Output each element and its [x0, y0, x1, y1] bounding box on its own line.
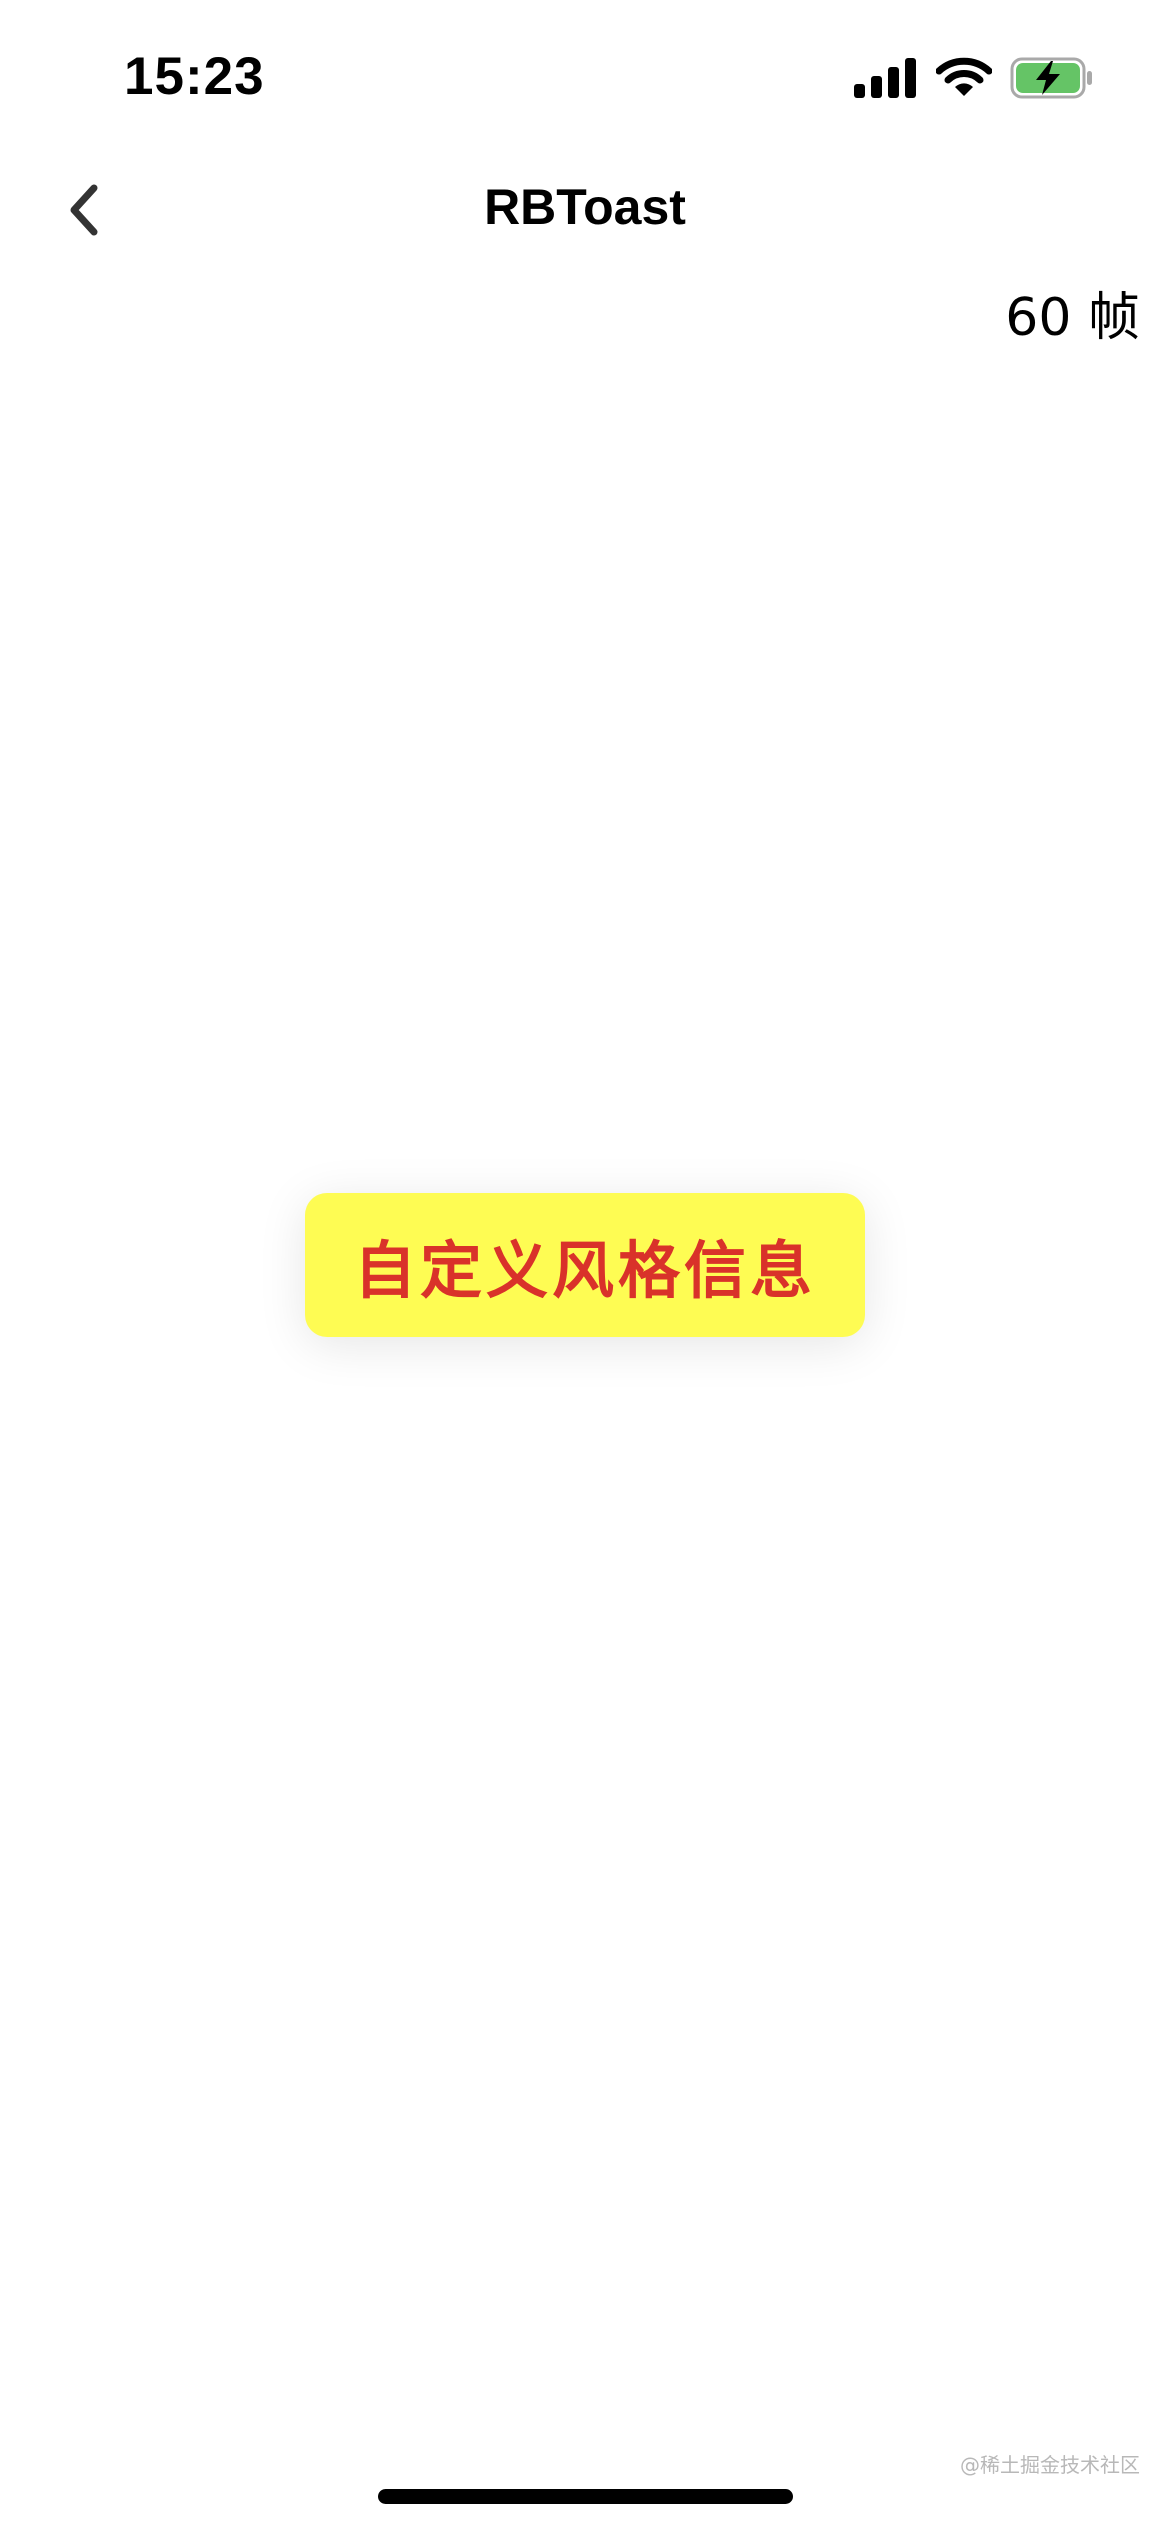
status-bar: 15:23 [0, 0, 1170, 150]
home-indicator[interactable] [378, 2489, 793, 2504]
cellular-signal-icon [854, 58, 916, 98]
page-title: RBToast [484, 179, 686, 235]
status-icons [854, 50, 1094, 106]
battery-charging-icon [1010, 57, 1092, 99]
toast: 自定义风格信息 [305, 1193, 865, 1337]
watermark: @稀土掘金技术社区 [960, 2453, 1140, 2477]
fps-counter: 60 帧 [1005, 288, 1140, 348]
status-time: 15:23 [124, 47, 265, 106]
toast-message: 自定义风格信息 [353, 1234, 816, 1307]
navigation-bar: RBToast [0, 150, 1170, 266]
wifi-icon [936, 57, 992, 96]
